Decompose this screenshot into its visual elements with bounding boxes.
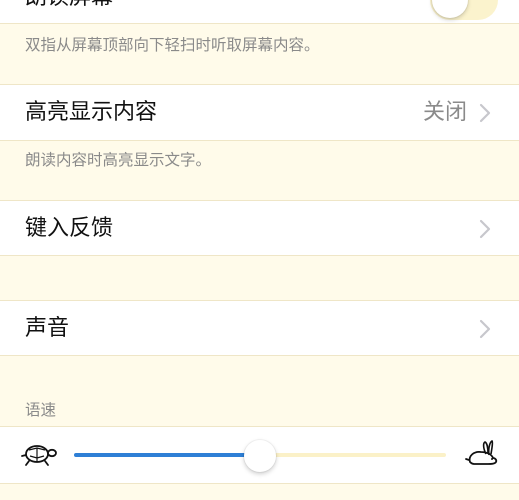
chevron-right-icon	[479, 319, 491, 339]
speaking-rate-header: 语速	[25, 401, 57, 419]
speak-screen-footer: 双指从屏幕顶部向下轻扫时听取屏幕内容。	[25, 36, 320, 54]
typing-feedback-row[interactable]: 键入反馈	[0, 200, 519, 256]
slider-track-filled[interactable]	[74, 453, 260, 457]
speak-screen-toggle[interactable]	[430, 0, 498, 20]
speaking-rate-slider-thumb[interactable]	[244, 440, 276, 472]
speak-screen-label: 朗读屏幕	[25, 0, 113, 11]
slider-track-remaining[interactable]	[260, 453, 446, 457]
turtle-icon	[20, 440, 58, 468]
chevron-right-icon	[479, 103, 491, 123]
toggle-knob[interactable]	[432, 0, 468, 18]
chevron-right-icon	[479, 219, 491, 239]
sounds-row[interactable]: 声音	[0, 300, 519, 356]
highlight-content-label: 高亮显示内容	[25, 100, 158, 125]
typing-feedback-label: 键入反馈	[25, 216, 114, 241]
rabbit-icon	[464, 438, 500, 470]
highlight-content-footer: 朗读内容时高亮显示文字。	[25, 151, 212, 169]
speech-settings-page: 朗读屏幕 双指从屏幕顶部向下轻扫时听取屏幕内容。 高亮显示内容 关闭 朗读内容时…	[0, 0, 519, 500]
sounds-label: 声音	[25, 316, 70, 341]
highlight-content-row[interactable]: 高亮显示内容 关闭	[0, 84, 519, 141]
highlight-content-value: 关闭	[422, 100, 467, 125]
